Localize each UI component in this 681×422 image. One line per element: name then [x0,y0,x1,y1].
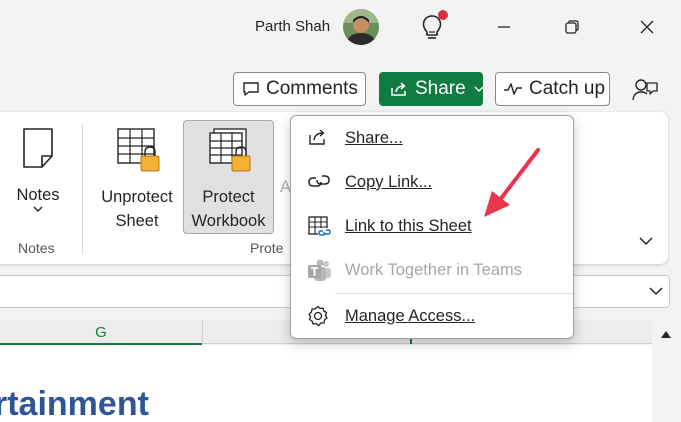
protect-label-line1: Protect [202,188,255,206]
title-bar: Parth Shah [0,0,681,58]
coauthor-icon[interactable] [630,75,660,105]
avatar[interactable] [343,9,379,45]
chevron-down-icon [33,205,43,213]
annotation-arrow-icon [478,145,544,223]
menu-item-label: Share... [345,128,403,147]
catch-up-label: Catch up [529,78,606,99]
share-button[interactable]: Share [379,72,484,106]
protect-workbook-button[interactable]: Protect Workbook [183,126,274,233]
notes-button[interactable]: Notes [12,126,64,213]
restore-button[interactable] [559,14,585,40]
note-icon [18,126,58,177]
close-button[interactable] [634,14,660,40]
menu-item-label: Work Together in Teams [345,260,523,279]
link-icon [307,171,331,193]
user-name[interactable]: Parth Shah [255,18,330,35]
comment-icon [242,80,260,98]
sheet-lock-icon [112,126,162,181]
chevron-down-icon [474,85,484,93]
protect-group-label: Prote [250,240,284,256]
notes-label: Notes [16,186,60,204]
formula-expand-icon[interactable] [648,284,664,298]
menu-item-label: Manage Access... [345,306,476,325]
unprotect-label-line1: Unprotect [101,188,173,206]
sheet-link-icon [307,215,332,238]
activity-icon [503,82,523,96]
menu-item-label: Copy Link... [345,172,433,191]
gear-icon [307,305,331,327]
notes-group-label: Notes [18,240,55,256]
menu-item-manage-access[interactable]: Manage Access... [291,296,573,336]
share-icon [389,80,409,98]
unprotect-sheet-button[interactable]: Unprotect Sheet [94,126,180,233]
minimize-button[interactable] [491,14,517,40]
column-header-g[interactable]: G [0,320,203,345]
notification-dot [438,10,448,20]
menu-item-teams: Work Together in Teams [291,250,573,290]
unprotect-label-line2: Sheet [115,212,159,230]
menu-separator [335,293,573,294]
catch-up-button[interactable]: Catch up [495,72,610,106]
protect-label-line2: Workbook [191,212,266,230]
workbook-lock-icon [204,126,254,181]
share-icon [307,127,331,149]
scroll-up-icon[interactable] [660,326,672,344]
comments-label: Comments [266,78,358,99]
menu-item-label: Link to this Sheet [345,216,472,235]
vertical-scrollbar[interactable] [652,320,681,422]
share-label: Share [415,78,466,99]
group-separator [82,124,83,254]
ribbon-expand-icon[interactable] [638,234,654,248]
teams-icon [307,259,331,281]
cell-title-text: rtainment [0,385,149,422]
comments-button[interactable]: Comments [233,72,366,106]
